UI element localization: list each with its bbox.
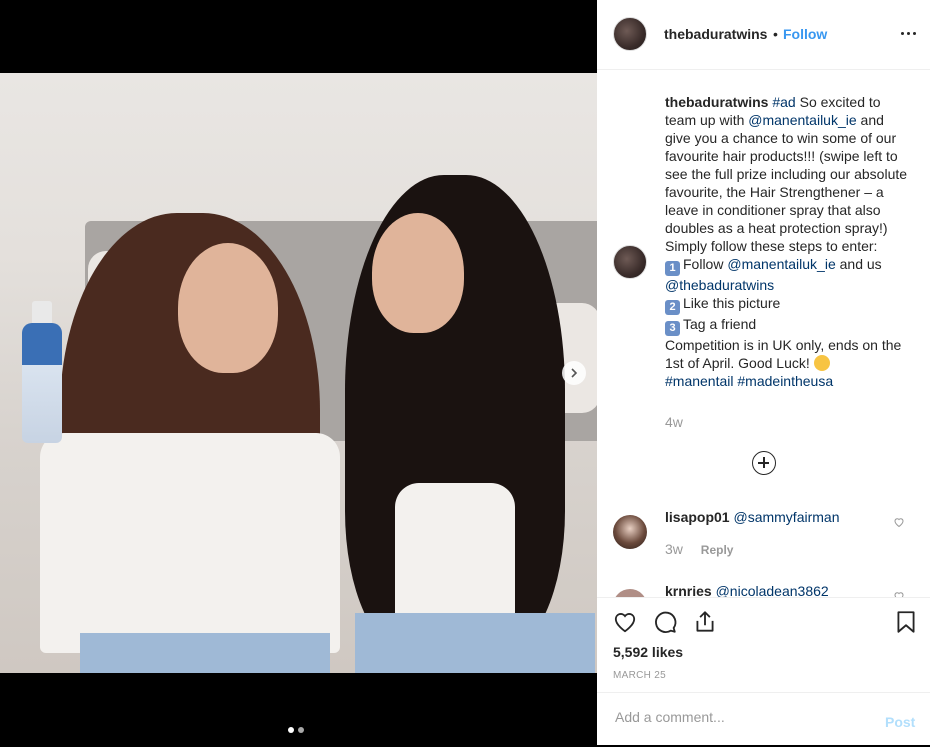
caption-text: Competition is in UK only, ends on the 1… <box>665 337 902 371</box>
comment-meta: 3w Reply <box>665 541 733 557</box>
caption: thebaduratwins #ad So excited to team up… <box>665 93 910 390</box>
hashtag-link[interactable]: #manentail <box>665 373 734 389</box>
comments-panel[interactable]: thebaduratwins #ad So excited to team up… <box>597 70 930 597</box>
keycap-two-icon: 2 <box>665 300 680 315</box>
like-comment-heart-icon[interactable] <box>893 590 905 597</box>
post-media <box>0 0 597 745</box>
add-comment-bar: Post <box>597 692 930 747</box>
smiling-face-hearts-icon <box>813 355 830 371</box>
like-heart-icon[interactable] <box>612 609 638 635</box>
more-dot-icon <box>906 31 910 35</box>
post-header: thebaduratwins • Follow <box>597 0 930 70</box>
commenter-avatar[interactable] <box>613 589 647 597</box>
mention-link[interactable]: @manentailuk_ie <box>748 112 856 128</box>
caption-text: and us <box>839 256 882 272</box>
reply-button[interactable]: Reply <box>701 543 734 557</box>
post-actions: 5,592 likes MARCH 25 Post <box>597 597 930 746</box>
post-date: MARCH 25 <box>613 670 666 681</box>
product-bottle <box>22 323 62 443</box>
face-left <box>178 243 278 373</box>
hashtag-link[interactable]: #ad <box>772 94 795 110</box>
caption-avatar[interactable] <box>613 245 647 279</box>
post-comment-button[interactable]: Post <box>885 714 915 730</box>
caption-text: Tag a friend <box>683 316 757 332</box>
more-options-button[interactable] <box>897 22 919 44</box>
more-dot-icon <box>900 31 904 35</box>
post-photo <box>0 73 597 673</box>
caption-text: and give you a chance to win some of our… <box>665 112 908 236</box>
caption-text: Simply follow these steps to enter: <box>665 238 878 254</box>
chevron-right-icon <box>571 368 578 378</box>
jeans-left <box>80 633 330 673</box>
more-dot-icon <box>912 31 916 35</box>
face-right <box>372 213 464 333</box>
avatar[interactable] <box>613 17 647 51</box>
mention-link[interactable]: @sammyfairman <box>733 509 839 525</box>
share-icon[interactable] <box>692 609 718 635</box>
like-comment-heart-icon[interactable] <box>893 516 905 528</box>
comment: lisapop01 @sammyfairman <box>665 509 840 525</box>
commenter-avatar[interactable] <box>613 515 647 549</box>
keycap-one-icon: 1 <box>665 261 680 276</box>
comment-input[interactable] <box>613 708 867 726</box>
keycap-three-icon: 3 <box>665 321 680 336</box>
carousel-dot <box>298 727 304 733</box>
follow-button[interactable]: Follow <box>783 26 827 42</box>
next-image-button[interactable] <box>562 361 586 385</box>
top-left <box>40 433 340 653</box>
mention-link[interactable]: @nicoladean3862 <box>716 583 829 597</box>
caption-text: Like this picture <box>683 295 781 311</box>
carousel-dot <box>288 727 294 733</box>
bookmark-icon[interactable] <box>893 609 919 635</box>
comment-timestamp[interactable]: 3w <box>665 541 683 557</box>
comment: krnries @nicoladean3862 <box>665 583 829 597</box>
separator-dot: • <box>773 26 778 42</box>
hashtag-link[interactable]: #madeintheusa <box>737 373 833 389</box>
mention-link[interactable]: @manentailuk_ie <box>727 256 835 272</box>
username-link[interactable]: thebaduratwins <box>664 26 767 42</box>
post-sidebar: thebaduratwins • Follow thebaduratwins #… <box>597 0 930 745</box>
caption-text: Follow <box>683 256 724 272</box>
caption-timestamp[interactable]: 4w <box>665 414 683 430</box>
jeans-right <box>355 613 595 673</box>
comment-bubble-icon[interactable] <box>652 609 678 635</box>
comment-username[interactable]: krnries <box>665 583 712 597</box>
like-count[interactable]: 5,592 likes <box>613 644 683 660</box>
comment-username[interactable]: lisapop01 <box>665 509 730 525</box>
caption-username[interactable]: thebaduratwins <box>665 94 768 110</box>
top-right <box>395 483 515 623</box>
mention-link[interactable]: @thebaduratwins <box>665 277 774 293</box>
carousel-indicator <box>288 727 304 733</box>
load-more-comments-button[interactable] <box>752 451 776 475</box>
